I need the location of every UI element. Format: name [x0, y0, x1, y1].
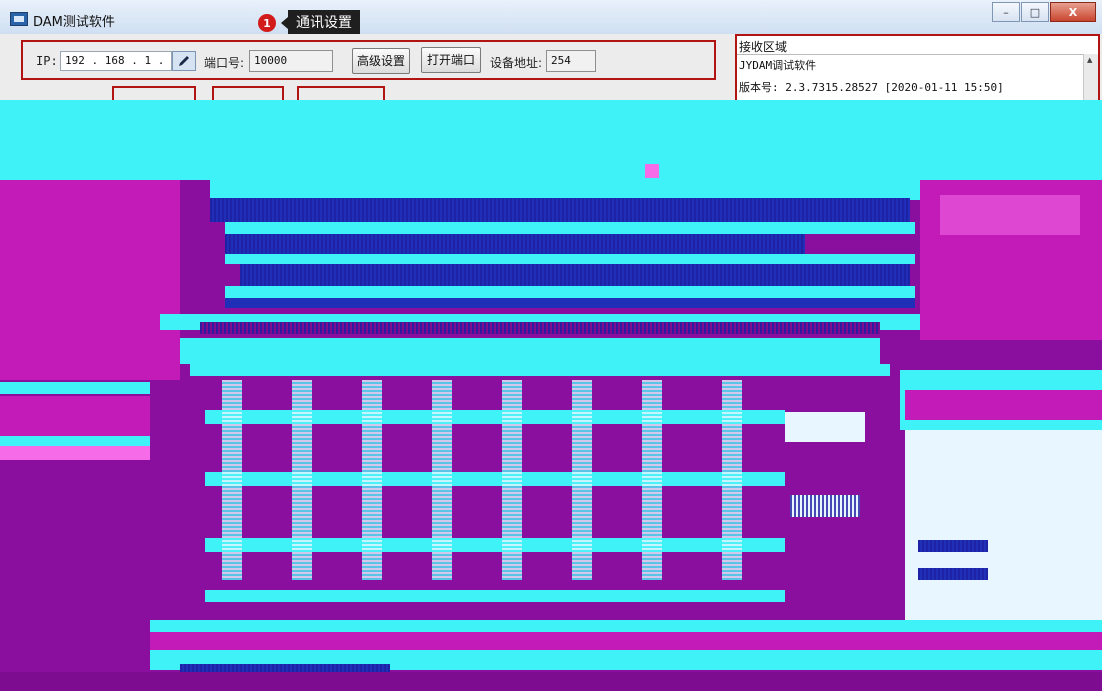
glitch-block [240, 264, 910, 286]
glitch-block [210, 198, 910, 222]
window-title: DAM测试软件 [33, 15, 115, 30]
glitch-block [432, 380, 452, 580]
glitch-block [905, 390, 1102, 420]
glitch-block [150, 620, 1102, 632]
glitch-block [225, 254, 915, 264]
glitch-block [0, 396, 150, 436]
ip-label: IP: [36, 54, 58, 68]
main-panel-glitched [0, 100, 1102, 691]
glitch-block [200, 322, 880, 334]
glitch-block [918, 540, 988, 552]
receive-area-title: 接收区域 [739, 40, 788, 54]
glitch-block [180, 338, 880, 364]
ip-input[interactable]: 192 . 168 . 1 . 232 [60, 51, 172, 71]
minimize-button[interactable]: – [992, 2, 1020, 22]
glitch-block [225, 298, 915, 308]
edit-ip-button[interactable] [172, 51, 196, 71]
glitch-block [205, 590, 785, 602]
callout-arrow-icon [281, 17, 288, 29]
glitch-block [905, 430, 1102, 620]
glitch-block [225, 234, 805, 254]
glitch-block [0, 382, 150, 394]
device-address-label: 设备地址: [490, 56, 543, 70]
window-controls: – □ X [991, 2, 1096, 22]
glitch-block [502, 380, 522, 580]
glitch-block [0, 180, 180, 380]
glitch-block [362, 380, 382, 580]
pencil-icon [179, 56, 189, 66]
receive-line-1: JYDAM调试软件 [739, 59, 817, 72]
glitch-block [918, 568, 988, 580]
glitch-block [150, 632, 1102, 650]
glitch-block [190, 364, 890, 376]
glitch-block [210, 180, 930, 200]
receive-area: 接收区域 JYDAM调试软件 版本号: 2.3.7315.28527 [2020… [735, 34, 1100, 106]
glitch-block [222, 380, 242, 580]
glitch-block [642, 380, 662, 580]
title-bar: DAM测试软件 1 通讯设置 – □ X [0, 0, 1102, 36]
advanced-settings-button[interactable]: 高级设置 [352, 48, 410, 74]
glitch-block [225, 222, 915, 234]
glitch-block [645, 164, 659, 178]
open-port-button[interactable]: 打开端口 [421, 47, 481, 73]
maximize-button[interactable]: □ [1021, 2, 1049, 22]
callout-label: 通讯设置 [288, 10, 360, 36]
glitch-block [0, 436, 150, 446]
glitch-block [225, 286, 915, 298]
receive-log[interactable]: JYDAM调试软件 版本号: 2.3.7315.28527 [2020-01-1… [737, 54, 1087, 105]
glitch-block [785, 412, 865, 442]
receive-line-2: 版本号: 2.3.7315.28527 [2020-01-11 15:50] [739, 81, 1004, 94]
app-icon [10, 12, 28, 26]
glitch-block [572, 380, 592, 580]
port-label: 端口号: [204, 56, 245, 70]
port-input[interactable]: 10000 [249, 50, 333, 72]
device-address-input[interactable]: 254 [546, 50, 596, 72]
callout-comm-settings: 1 通讯设置 [258, 10, 360, 36]
receive-scrollbar[interactable] [1083, 54, 1098, 104]
glitch-band-top [0, 100, 1102, 180]
glitch-block [0, 446, 150, 460]
close-button[interactable]: X [1050, 2, 1096, 22]
glitch-block [940, 195, 1080, 235]
glitch-block [722, 380, 742, 580]
glitch-block [0, 672, 1102, 691]
glitch-block [790, 495, 860, 517]
callout-number: 1 [258, 14, 276, 32]
glitch-block [292, 380, 312, 580]
